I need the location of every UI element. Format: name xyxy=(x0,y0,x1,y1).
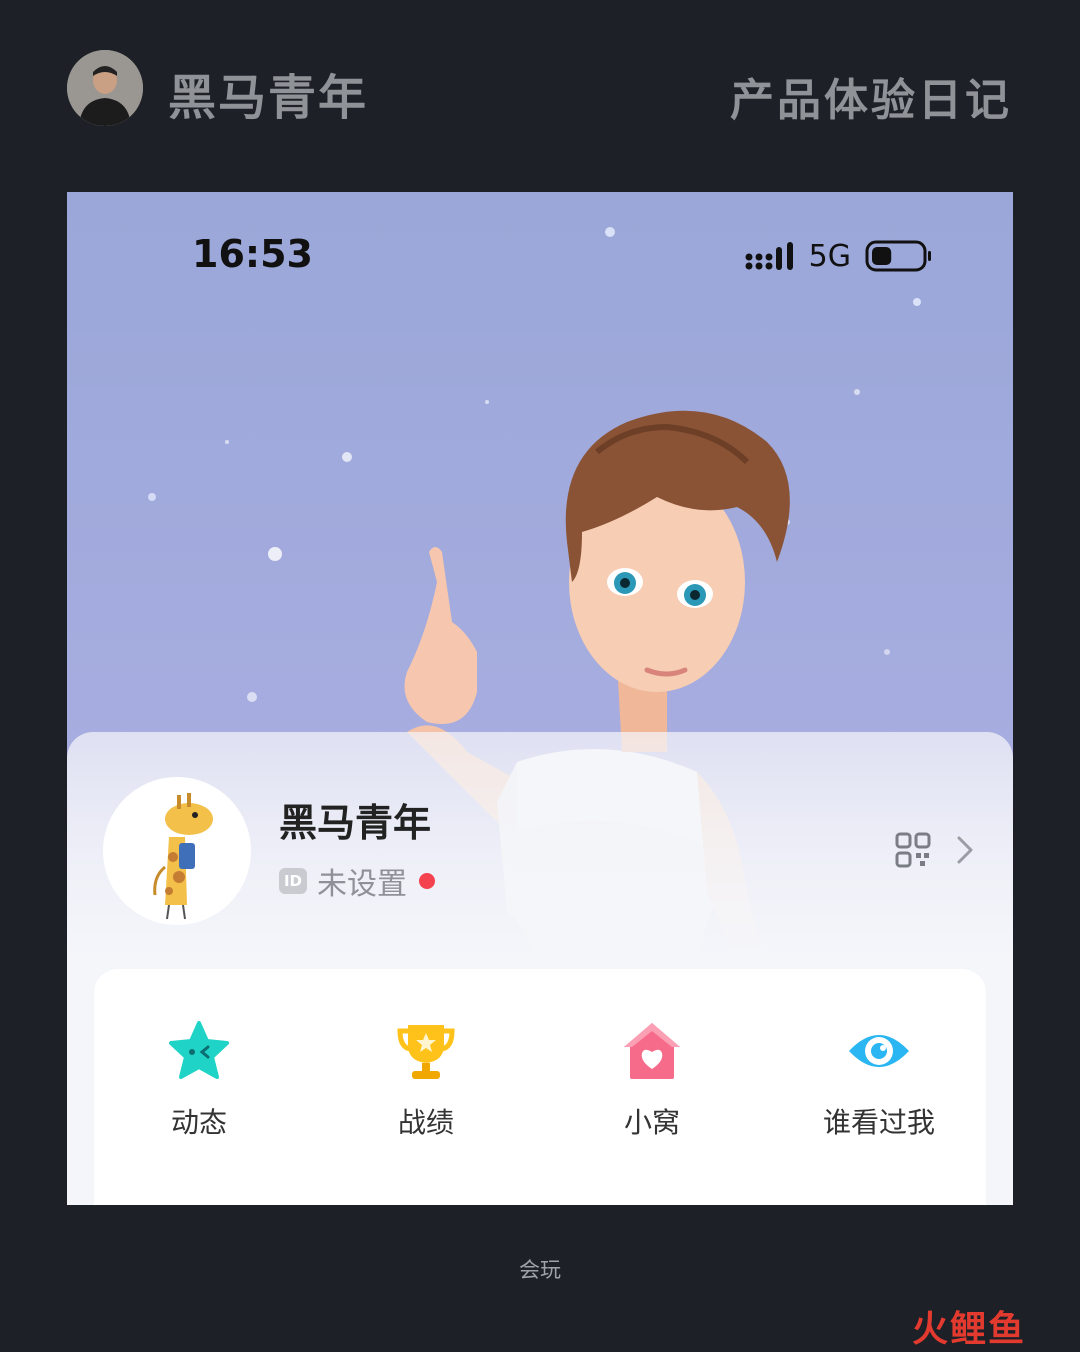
quick-action-record[interactable]: 战绩 xyxy=(326,1019,526,1141)
signal-icon xyxy=(745,242,793,270)
author-avatar xyxy=(67,50,143,126)
series-title: 产品体验日记 xyxy=(730,75,1012,126)
quick-action-label: 战绩 xyxy=(397,1106,454,1139)
watermark-logo: 火鲤鱼 xyxy=(912,1300,1062,1350)
battery-icon xyxy=(865,240,931,272)
status-bar-right: 5G xyxy=(745,238,933,274)
giraffe-avatar-icon xyxy=(103,777,251,925)
profile-avatar[interactable] xyxy=(103,777,251,925)
qr-code-icon[interactable] xyxy=(895,832,931,868)
eye-icon xyxy=(849,1035,909,1067)
star-icon xyxy=(169,1021,229,1079)
quick-action-visitors[interactable]: 谁看过我 xyxy=(779,1019,979,1141)
home-heart-icon xyxy=(624,1023,680,1079)
id-row[interactable]: ID 未设置 xyxy=(279,859,435,903)
trophy-icon xyxy=(397,1025,455,1079)
screenshot-caption: 会玩 xyxy=(519,1258,561,1282)
watermark-text: 火鲤鱼 xyxy=(912,1309,1027,1350)
profile-sheet: 黑马青年 ID 未设置 动态 战绩 小窝 谁看过我 xyxy=(67,732,1013,1205)
quick-action-label: 小窝 xyxy=(623,1106,680,1139)
quick-action-moments[interactable]: 动态 xyxy=(99,1019,299,1141)
network-label: 5G xyxy=(808,238,851,274)
quick-action-label: 动态 xyxy=(170,1106,227,1139)
id-badge-icon: ID xyxy=(279,868,307,894)
quick-action-label: 谁看过我 xyxy=(822,1106,935,1139)
phone-screenshot: 16:53 5G 黑马青年 ID 未设置 动态 战绩 小窝 谁看过我 xyxy=(67,192,1013,1205)
status-time: 16:53 xyxy=(192,232,313,276)
profile-nickname: 黑马青年 xyxy=(279,801,432,845)
quick-actions-card: 动态 战绩 小窝 谁看过我 xyxy=(94,969,986,1205)
notification-dot xyxy=(419,873,435,889)
id-status: 未设置 xyxy=(317,867,407,902)
quick-action-nest[interactable]: 小窝 xyxy=(552,1019,752,1141)
author-name: 黑马青年 xyxy=(168,70,369,126)
chevron-right-icon[interactable] xyxy=(955,834,975,866)
